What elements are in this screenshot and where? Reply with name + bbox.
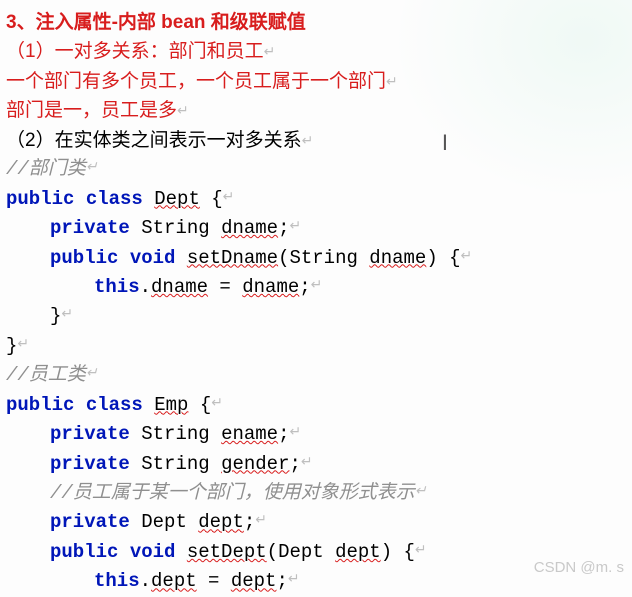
text-line-3: 部门是一，员工是多↵ — [6, 96, 626, 125]
code-emp-field-ename: private String ename;↵ — [6, 420, 626, 449]
text: 一个部门有多个员工，一个员工属于一个部门 — [6, 71, 386, 92]
para-mark: ↵ — [86, 366, 98, 382]
code-brace-close: }↵ — [6, 302, 626, 331]
code-dept-class: public class Dept {↵ — [6, 185, 626, 214]
text: （1）一对多关系：部门和员工 — [6, 41, 264, 62]
text-line-1: （1）一对多关系：部门和员工↵ — [6, 37, 626, 66]
text-line-4: （2）在实体类之间表示一对多关系↵ — [6, 126, 626, 155]
text-line-2: 一个部门有多个员工，一个员工属于一个部门↵ — [6, 67, 626, 96]
watermark: CSDN @m. s — [534, 556, 624, 579]
text-prefix: （2） — [6, 130, 55, 151]
heading-title: 3、注入属性-内部 bean 和级联赋值 — [6, 8, 626, 37]
code-brace-close: }↵ — [6, 332, 626, 361]
text-cursor-icon: I — [442, 126, 448, 160]
code-emp-field-gender: private String gender;↵ — [6, 450, 626, 479]
comment-emp-inner: //员工属于某一个部门，使用对象形式表示↵ — [6, 479, 626, 508]
code-dept-setdname: public void setDname(String dname) {↵ — [6, 244, 626, 273]
para-mark: ↵ — [264, 44, 276, 60]
para-mark: ↵ — [302, 132, 314, 148]
code-emp-field-dept: private Dept dept;↵ — [6, 508, 626, 537]
text: 部门是一，员工是多 — [6, 100, 177, 121]
para-mark: ↵ — [386, 73, 398, 89]
code-dept-field-dname: private String dname;↵ — [6, 214, 626, 243]
comment-emp: //员工类↵ — [6, 361, 626, 390]
comment-dept: //部门类↵ — [6, 155, 626, 184]
code-dept-assign: this.dname = dname;↵ — [6, 273, 626, 302]
para-mark: ↵ — [86, 160, 98, 176]
text: 在实体类之间表示一对多关系 — [55, 130, 302, 151]
code-emp-class: public class Emp {↵ — [6, 391, 626, 420]
para-mark: ↵ — [177, 102, 189, 118]
